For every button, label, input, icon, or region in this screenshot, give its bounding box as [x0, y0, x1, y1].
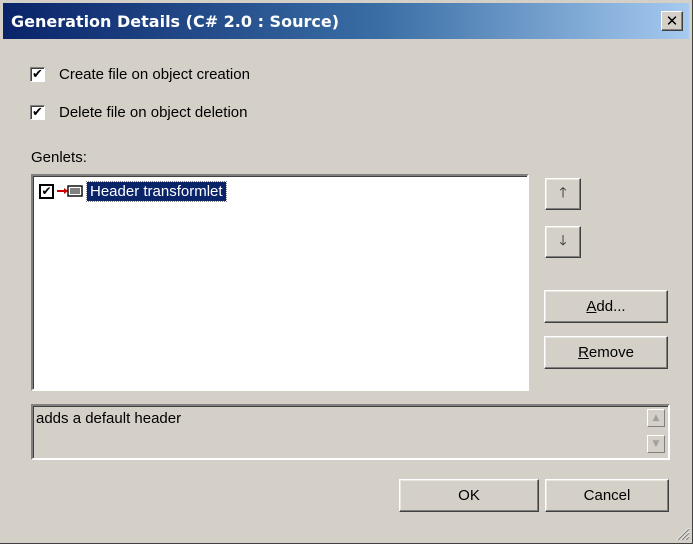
add-button[interactable]: Add...	[544, 290, 668, 323]
genlet-icon	[57, 185, 83, 197]
title-bar[interactable]: Generation Details (C# 2.0 : Source) ✕	[3, 3, 689, 39]
arrow-up-icon: 🡑	[559, 185, 567, 201]
scroll-down-button[interactable]: ▼	[647, 435, 665, 453]
cancel-button[interactable]: Cancel	[545, 479, 669, 512]
genlet-checkbox[interactable]: ✔	[39, 183, 54, 199]
create-file-label: Create file on object creation	[59, 66, 250, 83]
scroll-down-icon: ▼	[652, 438, 660, 449]
create-file-option[interactable]: ✔ Create file on object creation	[30, 66, 250, 83]
resize-grip-icon[interactable]	[674, 525, 690, 541]
close-icon: ✕	[665, 11, 679, 30]
close-button[interactable]: ✕	[661, 11, 683, 31]
scroll-up-button[interactable]: ▲	[647, 409, 665, 427]
move-down-button[interactable]: 🡓	[545, 226, 581, 258]
delete-file-checkbox[interactable]: ✔	[30, 105, 45, 120]
generation-details-dialog: Generation Details (C# 2.0 : Source) ✕ ✔…	[0, 0, 693, 544]
cancel-button-label: Cancel	[583, 487, 631, 504]
description-text: adds a default header	[36, 410, 182, 427]
arrow-down-icon: 🡓	[559, 233, 567, 249]
ok-button-label: OK	[458, 487, 480, 504]
add-button-label: Add...	[586, 298, 626, 315]
genlets-list[interactable]: ✔ Header transformlet	[31, 174, 529, 391]
ok-button[interactable]: OK	[399, 479, 539, 512]
genlet-label: Header transformlet	[86, 180, 227, 202]
dialog-title: Generation Details (C# 2.0 : Source)	[11, 11, 339, 31]
remove-button[interactable]: Remove	[544, 336, 668, 369]
description-box: adds a default header ▲ ▼	[31, 404, 670, 460]
genlets-label: Genlets:	[31, 149, 87, 166]
scroll-up-icon: ▲	[652, 412, 660, 423]
move-up-button[interactable]: 🡑	[545, 178, 581, 210]
create-file-checkbox[interactable]: ✔	[30, 67, 45, 82]
delete-file-option[interactable]: ✔ Delete file on object deletion	[30, 104, 247, 121]
delete-file-label: Delete file on object deletion	[59, 104, 248, 121]
remove-button-label: Remove	[578, 344, 634, 361]
list-item[interactable]: ✔ Header transformlet	[39, 180, 227, 202]
